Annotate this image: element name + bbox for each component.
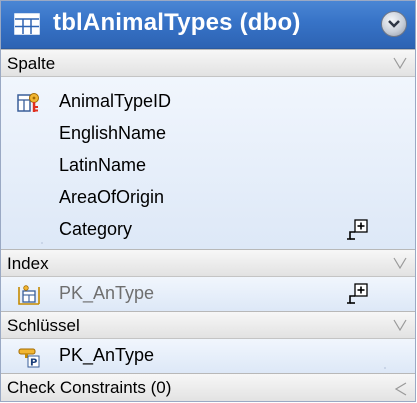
- column-row[interactable]: LatinName: [1, 150, 415, 182]
- resize-grip: [384, 367, 386, 369]
- chevron-down-icon[interactable]: [393, 57, 407, 69]
- chevron-down-icon: [388, 20, 400, 28]
- title-bar[interactable]: tblAnimalTypes (dbo): [1, 1, 415, 49]
- add-relation-icon[interactable]: [346, 218, 370, 242]
- index-row[interactable]: PK_AnType: [1, 278, 415, 310]
- columns-list: AnimalTypeID EnglishName LatinName AreaO…: [1, 77, 415, 249]
- column-name: Category: [59, 219, 133, 239]
- table-title: tblAnimalTypes (dbo): [53, 9, 301, 36]
- primary-key-column-icon: [17, 93, 39, 112]
- index-section-header[interactable]: Index: [1, 249, 415, 277]
- key-row[interactable]: P PK_AnType: [1, 340, 415, 372]
- chevron-down-icon[interactable]: [393, 319, 407, 331]
- column-name: LatinName: [59, 155, 147, 175]
- resize-grip: [41, 242, 43, 244]
- chevron-left-icon[interactable]: [395, 382, 407, 396]
- keys-section-header[interactable]: Schlüssel: [1, 311, 415, 339]
- chevron-down-icon[interactable]: [393, 257, 407, 269]
- keys-list: P PK_AnType: [1, 339, 415, 373]
- column-name: AnimalTypeID: [59, 91, 172, 111]
- primary-key-icon: P: [18, 348, 40, 369]
- columns-section-label: Spalte: [7, 54, 56, 73]
- table-grid-icon: [14, 13, 40, 35]
- column-row[interactable]: AnimalTypeID: [1, 86, 415, 118]
- columns-section-header[interactable]: Spalte: [1, 49, 415, 77]
- keys-section-label: Schlüssel: [7, 316, 80, 335]
- index-section-label: Index: [7, 254, 49, 273]
- index-name: PK_AnType: [59, 283, 155, 303]
- column-row[interactable]: Category: [1, 214, 415, 246]
- add-relation-icon[interactable]: [346, 282, 370, 306]
- table-design-panel: tblAnimalTypes (dbo) Spalte AnimalTypeID…: [0, 0, 416, 402]
- key-name: PK_AnType: [59, 345, 155, 365]
- index-list: PK_AnType: [1, 277, 415, 311]
- column-row[interactable]: EnglishName: [1, 118, 415, 150]
- column-name: AreaOfOrigin: [59, 187, 165, 207]
- column-name: EnglishName: [59, 123, 167, 143]
- check-constraints-section-label: Check Constraints (0): [7, 378, 172, 397]
- check-constraints-section-header[interactable]: Check Constraints (0): [1, 373, 415, 401]
- index-icon: [18, 285, 40, 305]
- column-row[interactable]: AreaOfOrigin: [1, 182, 415, 214]
- collapse-button[interactable]: [381, 11, 407, 37]
- svg-text:P: P: [30, 358, 37, 369]
